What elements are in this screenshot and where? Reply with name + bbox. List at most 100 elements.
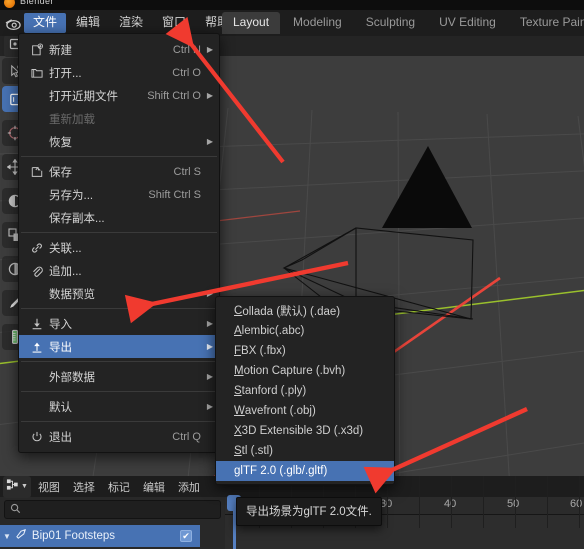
blender-menu-icon[interactable] (4, 15, 22, 31)
timeline-gridline (483, 476, 484, 528)
menu-item-save[interactable]: 保存 Ctrl S (19, 160, 219, 183)
chevron-right-icon: ▶ (206, 372, 213, 381)
menu-item-quit-shortcut: Ctrl Q (172, 430, 201, 443)
menu-window[interactable]: 窗口 (153, 13, 195, 33)
open-folder-icon (27, 65, 47, 81)
menu-item-save-copy-label: 保存副本... (49, 212, 105, 225)
menu-item-export-label: 导出 (49, 341, 72, 354)
tab-uv-editing[interactable]: UV Editing (428, 12, 507, 34)
outliner-menu-marker[interactable]: 标记 (102, 477, 136, 497)
timeline-gridline (419, 476, 420, 528)
menu-item-save-copy[interactable]: 保存副本... (19, 206, 219, 229)
menu-item-external-data[interactable]: 外部数据 ▶ (19, 365, 219, 388)
link-icon (27, 240, 47, 256)
chevron-right-icon: ▶ (206, 402, 213, 411)
menu-render[interactable]: 渲染 (110, 13, 152, 33)
export-item-collada[interactable]: Collada (默认) (.dae) (216, 301, 394, 321)
outliner-menu-edit[interactable]: 编辑 (137, 477, 171, 497)
menu-separator (21, 421, 217, 422)
editor-type-selector[interactable]: ▼ (3, 475, 31, 498)
menu-item-open-recent-shortcut: Shift Ctrl O (147, 89, 201, 102)
menu-item-open[interactable]: 打开... Ctrl O (19, 61, 219, 84)
menu-item-external-data-label: 外部数据 (49, 371, 95, 384)
outliner-row-checkbox[interactable]: ✔ (180, 530, 192, 542)
menu-item-export[interactable]: 导出 ▶ (19, 335, 219, 358)
export-item-stanford-ply[interactable]: Stanford (.ply) (216, 381, 394, 401)
blank-icon (27, 187, 47, 203)
tab-sculpting[interactable]: Sculpting (355, 12, 426, 34)
tab-layout[interactable]: Layout (222, 12, 281, 34)
menu-item-revert-label: 重新加载 (49, 113, 95, 126)
menu-item-quit-label: 退出 (49, 431, 72, 444)
timeline-gridline (451, 476, 452, 528)
menu-separator (21, 308, 217, 309)
timeline-gridline (515, 476, 516, 528)
menu-item-new-shortcut: Ctrl N (172, 43, 201, 56)
menu-item-save-as[interactable]: 另存为... Shift Ctrl S (19, 183, 219, 206)
menu-edit[interactable]: 编辑 (67, 13, 109, 33)
outliner-menu-select[interactable]: 选择 (67, 477, 101, 497)
export-item-x3d[interactable]: X 3D Extensible 3D (.x3d) (216, 421, 394, 441)
blank-icon (27, 399, 47, 415)
export-item-stl[interactable]: Stl (.stl) (216, 441, 394, 461)
export-item-fbx[interactable]: F BX (.fbx) (216, 341, 394, 361)
menu-item-defaults[interactable]: 默认 ▶ (19, 395, 219, 418)
export-item-motion-capture[interactable]: Motion Capture (.bvh) (216, 361, 394, 381)
menu-item-save-as-label: 另存为... (49, 189, 94, 202)
gltf-export-tooltip: 导出场景为glTF 2.0文件. (236, 497, 382, 526)
menu-file[interactable]: 文件 (24, 13, 67, 33)
menu-item-save-label: 保存 (49, 166, 72, 179)
menu-item-new[interactable]: 新建 Ctrl N ▶ (19, 38, 219, 61)
menu-item-append[interactable]: 追加... (19, 259, 219, 282)
power-icon (27, 429, 47, 445)
file-menu-dropdown[interactable]: 新建 Ctrl N ▶ 打开... Ctrl O 打开近期文件 Shift Ct… (18, 33, 220, 453)
menu-item-recover-label: 恢复 (49, 136, 72, 149)
new-file-icon (27, 42, 47, 58)
menu-item-save-as-shortcut: Shift Ctrl S (148, 188, 201, 201)
timeline-gridline (547, 476, 548, 528)
import-icon (27, 316, 47, 332)
export-submenu[interactable]: Collada (默认) (.dae) Alembic(.abc) F BX (.… (215, 296, 395, 485)
menu-item-quit[interactable]: 退出 Ctrl Q (19, 425, 219, 448)
timeline-gridline (579, 476, 580, 528)
blank-icon (27, 134, 47, 150)
outliner-header: ▼ 视图 选择 标记 编辑 添加 (0, 475, 225, 498)
menu-item-open-recent[interactable]: 打开近期文件 Shift Ctrl O ▶ (19, 84, 219, 107)
export-item-wavefront-obj[interactable]: Wavefront (.obj) (216, 401, 394, 421)
chevron-right-icon: ▶ (206, 91, 213, 100)
menu-item-open-recent-label: 打开近期文件 (49, 90, 118, 103)
paperclip-icon (27, 263, 47, 279)
menu-item-defaults-label: 默认 (49, 401, 72, 414)
menu-item-link-label: 关联... (49, 242, 82, 255)
disclosure-triangle-icon[interactable]: ▼ (3, 532, 11, 541)
menu-item-link[interactable]: 关联... (19, 236, 219, 259)
outliner-search-input[interactable] (25, 503, 215, 516)
menu-item-data-preview-label: 数据预览 (49, 288, 95, 301)
timeline-tick-60: 60 (570, 498, 583, 510)
chevron-right-icon: ▶ (206, 319, 213, 328)
outliner-row-bip01-footsteps[interactable]: ▼ Bip01 Footsteps ✔ (0, 525, 200, 547)
tab-modeling[interactable]: Modeling (282, 12, 353, 34)
outliner-editor-icon (6, 478, 19, 496)
menu-item-open-label: 打开... (49, 67, 82, 80)
export-icon (27, 339, 47, 355)
menu-item-import[interactable]: 导入 ▶ (19, 312, 219, 335)
bone-icon (15, 527, 28, 545)
blank-icon (27, 88, 47, 104)
outliner-menu-add[interactable]: 添加 (172, 477, 206, 497)
menu-item-data-preview[interactable]: 数据预览 ▶ (19, 282, 219, 305)
menu-separator (21, 391, 217, 392)
blender-logo-icon (4, 0, 15, 8)
outliner-menu-view[interactable]: 视图 (32, 477, 66, 497)
menu-separator (21, 361, 217, 362)
menu-item-open-shortcut: Ctrl O (172, 66, 201, 79)
window-title: Blender (20, 0, 54, 6)
outliner-search-box[interactable] (4, 500, 221, 519)
menu-item-recover[interactable]: 恢复 ▶ (19, 130, 219, 153)
menu-item-revert: 重新加载 (19, 107, 219, 130)
tab-texture-paint[interactable]: Texture Paint (509, 12, 584, 34)
blender-window: Blender 文件 编辑 渲染 窗口 帮助 Layout Modeling S… (0, 0, 584, 549)
export-item-gltf[interactable]: g lTF 2.0 (.glb/.gltf) (216, 461, 394, 481)
export-item-alembic[interactable]: Alembic(.abc) (216, 321, 394, 341)
menu-item-append-label: 追加... (49, 265, 82, 278)
